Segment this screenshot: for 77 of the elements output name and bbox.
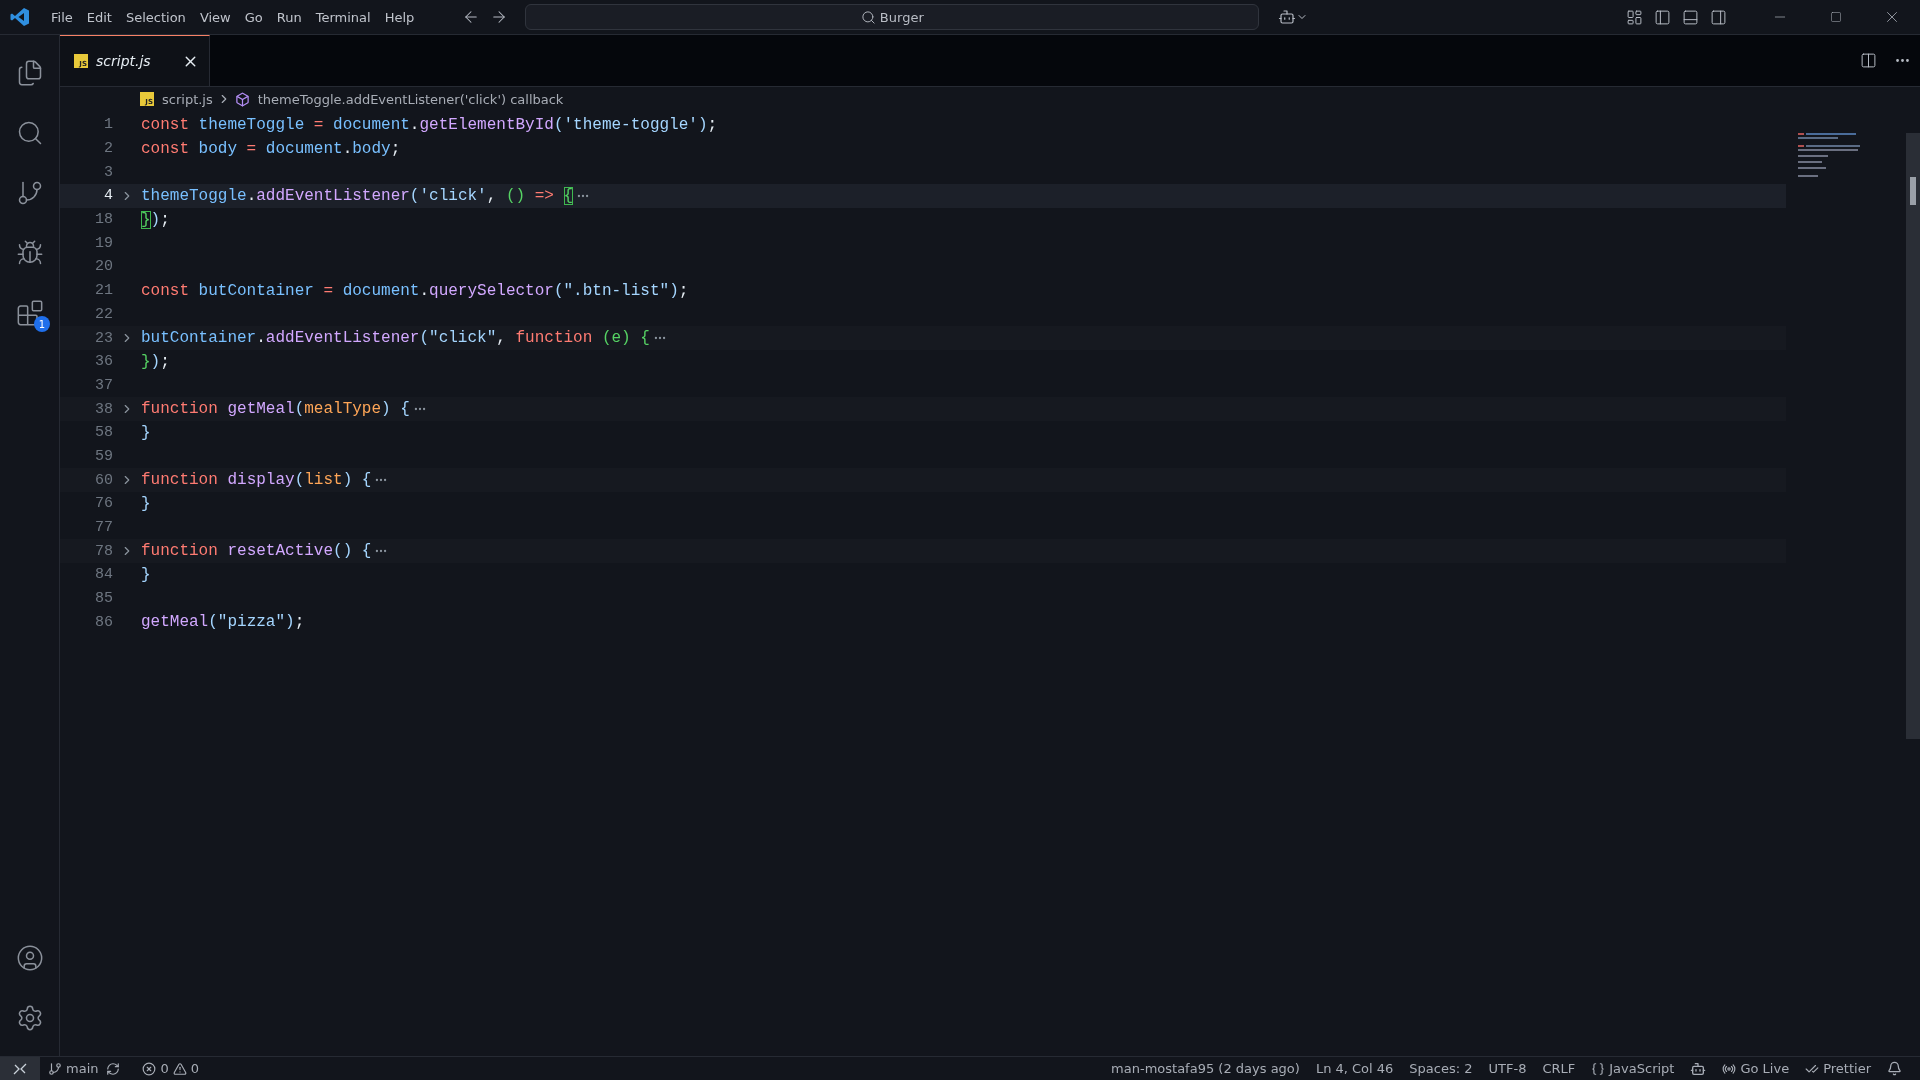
line-number: 22 <box>94 305 113 323</box>
code-line: } <box>141 565 151 584</box>
code-line: function resetActive() { <box>141 542 372 561</box>
code-line: themeToggle.addEventListener('click', () => { <box>141 186 574 205</box>
code-line: const butContainer = document.querySelector(".btn-list"); <box>141 281 689 300</box>
line-number: 38 <box>94 400 113 418</box>
line-number: 58 <box>94 424 113 442</box>
braces-icon[interactable] <box>1591 1061 1606 1076</box>
code-line: } <box>141 494 151 513</box>
git-blame-status[interactable]: man-mostafa95 (2 days ago) <box>1103 1061 1308 1076</box>
line-number: 37 <box>94 376 113 394</box>
encoding-status[interactable]: UTF-8 <box>1480 1061 1535 1076</box>
tab-label: script.js <box>96 53 152 69</box>
menu-item[interactable]: Go <box>237 9 270 25</box>
app-logo-icon <box>10 7 30 27</box>
warning-icon[interactable] <box>172 1061 187 1076</box>
prettier-status[interactable]: Prettier <box>1823 1061 1871 1076</box>
line-number: 23 <box>94 329 113 347</box>
menu-item[interactable]: View <box>192 9 238 25</box>
menu-item[interactable]: Edit <box>79 9 119 25</box>
line-number: 1 <box>103 116 113 134</box>
breadcrumb-item[interactable]: themeToggle.addEventListener('click') callback <box>257 91 564 107</box>
error-count[interactable]: 0 <box>160 1061 169 1076</box>
warning-count[interactable]: 0 <box>190 1061 200 1076</box>
menu-item[interactable]: File <box>44 9 80 25</box>
notifications-icon[interactable] <box>1887 1061 1902 1076</box>
cursor-position[interactable]: Ln 4, Col 46 <box>1307 1061 1402 1076</box>
line-number: 19 <box>94 234 113 252</box>
code-line: butContainer.addEventListener("click", function (e) { <box>141 329 650 348</box>
scrollbar-thumb[interactable] <box>1906 133 1920 739</box>
line-number: 78 <box>94 542 113 560</box>
cube-icon <box>234 91 250 107</box>
run-debug-icon[interactable] <box>15 239 44 267</box>
remote-indicator[interactable] <box>0 1057 40 1080</box>
go-live-button[interactable]: Go Live <box>1740 1061 1790 1076</box>
sync-icon[interactable] <box>106 1061 121 1076</box>
copilot-icon[interactable] <box>1278 8 1297 26</box>
line-number: 4 <box>103 187 113 205</box>
code-line: function getMeal(mealType) { <box>141 400 410 419</box>
code-line: const body = document.body; <box>141 139 401 158</box>
line-number: 60 <box>94 471 113 489</box>
error-icon[interactable] <box>142 1061 157 1076</box>
menu-item[interactable]: Run <box>269 9 309 25</box>
extensions-icon[interactable] <box>15 299 44 327</box>
line-number: 84 <box>94 566 113 584</box>
line-number: 77 <box>94 519 113 537</box>
search-icon <box>860 9 876 25</box>
line-number: 59 <box>94 447 113 465</box>
code-line: getMeal("pizza"); <box>141 613 305 632</box>
line-ending-status[interactable]: CRLF <box>1534 1061 1584 1076</box>
menu-item[interactable]: Selection <box>118 9 193 25</box>
code-line: function display(list) { <box>141 471 372 490</box>
indentation-status[interactable]: Spaces: 2 <box>1401 1061 1481 1076</box>
line-number: 3 <box>103 163 113 181</box>
branch-icon[interactable] <box>48 1061 62 1076</box>
code-line: }); <box>141 210 170 229</box>
line-number: 20 <box>94 258 113 276</box>
copilot-icon[interactable] <box>1690 1060 1707 1077</box>
branch-name[interactable]: main <box>66 1061 99 1076</box>
code-line: const themeToggle = document.getElementById('theme-toggle'); <box>141 115 718 134</box>
broadcast-icon[interactable] <box>1722 1061 1737 1076</box>
menu-item[interactable]: Terminal <box>308 9 378 25</box>
line-number: 2 <box>103 140 113 158</box>
breadcrumb-item[interactable]: script.js <box>162 91 213 107</box>
language-mode[interactable]: JavaScript <box>1609 1061 1675 1076</box>
line-number: 85 <box>94 590 113 608</box>
notification-badge: 1 <box>34 316 50 332</box>
account-icon[interactable] <box>15 944 44 972</box>
line-number: 36 <box>94 353 113 371</box>
line-number: 76 <box>94 495 113 513</box>
code-line: } <box>141 423 151 442</box>
line-number: 86 <box>94 613 113 631</box>
code-line: }); <box>141 352 170 371</box>
line-number: 18 <box>94 211 113 229</box>
menu-item[interactable]: Help <box>377 9 422 25</box>
line-number: 21 <box>94 282 113 300</box>
command-center-search[interactable]: Burger <box>525 4 1260 30</box>
